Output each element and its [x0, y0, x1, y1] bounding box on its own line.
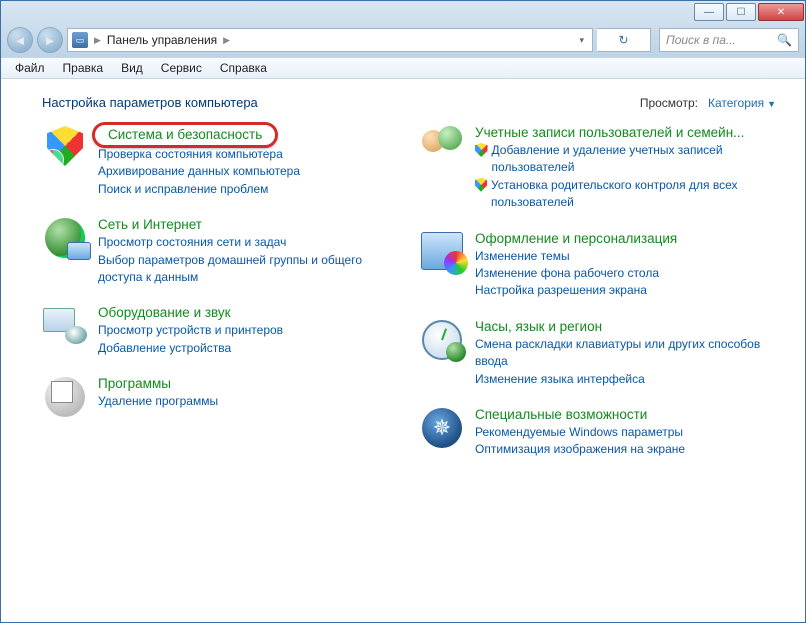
- category-link-clock-lang[interactable]: Часы, язык и регион: [475, 319, 602, 334]
- menu-tools[interactable]: Сервис: [153, 59, 210, 77]
- personalization-icon: [419, 230, 465, 274]
- category-link-personalization[interactable]: Оформление и персонализация: [475, 231, 677, 246]
- programs-icon: [42, 375, 88, 419]
- breadcrumb-sep-icon: ▶: [94, 35, 101, 46]
- page-title: Настройка параметров компьютера: [42, 95, 258, 110]
- sub-link[interactable]: Добавление устройства: [98, 340, 283, 357]
- category-hardware: Оборудование и звук Просмотр устройств и…: [42, 302, 399, 359]
- category-link-programs[interactable]: Программы: [98, 376, 171, 391]
- category-system-security: Система и безопасность Проверка состояни…: [42, 122, 399, 200]
- content-header: Настройка параметров компьютера Просмотр…: [42, 95, 776, 110]
- window-frame: — ☐ ✕ ◄ ► ▭ ▶ Панель управления ▶ ▾ ↻ По…: [0, 0, 806, 623]
- sub-link[interactable]: Оптимизация изображения на экране: [475, 441, 685, 458]
- breadcrumb-sep-icon: ▶: [223, 35, 230, 46]
- sub-link[interactable]: Выбор параметров домашней группы и общег…: [98, 252, 399, 287]
- control-panel-icon: ▭: [72, 32, 88, 48]
- search-icon: 🔍: [777, 33, 792, 47]
- menu-help[interactable]: Справка: [212, 59, 275, 77]
- system-security-icon: [42, 124, 88, 168]
- sub-link[interactable]: Добавление и удаление учетных записей по…: [475, 142, 776, 177]
- view-by-label: Просмотр:: [640, 96, 698, 110]
- highlight-ring: Система и безопасность: [98, 124, 272, 146]
- menubar: Файл Правка Вид Сервис Справка: [1, 57, 805, 79]
- address-bar[interactable]: ▭ ▶ Панель управления ▶ ▾: [67, 28, 593, 52]
- view-by-dropdown[interactable]: Категория▼: [708, 96, 776, 110]
- chevron-down-icon: ▼: [767, 99, 776, 109]
- navbar: ◄ ► ▭ ▶ Панель управления ▶ ▾ ↻ Поиск в …: [1, 23, 805, 57]
- network-icon: [42, 216, 88, 260]
- view-by-value: Категория: [708, 96, 764, 110]
- maximize-button[interactable]: ☐: [726, 3, 756, 21]
- menu-view[interactable]: Вид: [113, 59, 151, 77]
- sub-link[interactable]: Просмотр устройств и принтеров: [98, 322, 283, 339]
- content-area: Настройка параметров компьютера Просмотр…: [2, 81, 804, 621]
- address-dropdown-icon[interactable]: ▾: [575, 35, 588, 46]
- search-placeholder: Поиск в па...: [666, 33, 736, 47]
- category-columns: Система и безопасность Проверка состояни…: [42, 122, 776, 475]
- category-network: Сеть и Интернет Просмотр состояния сети …: [42, 214, 399, 288]
- sub-link[interactable]: Просмотр состояния сети и задач: [98, 234, 399, 251]
- back-button[interactable]: ◄: [7, 27, 33, 53]
- sub-link[interactable]: Изменение темы: [475, 248, 677, 265]
- hardware-icon: [42, 304, 88, 348]
- category-link-network[interactable]: Сеть и Интернет: [98, 217, 202, 232]
- titlebar: — ☐ ✕: [1, 1, 805, 23]
- refresh-icon: ↻: [618, 33, 628, 47]
- sub-link[interactable]: Установка родительского контроля для все…: [475, 177, 776, 212]
- category-link-hardware[interactable]: Оборудование и звук: [98, 305, 231, 320]
- sub-link[interactable]: Проверка состояния компьютера: [98, 146, 300, 163]
- category-personalization: Оформление и персонализация Изменение те…: [419, 228, 776, 302]
- search-input[interactable]: Поиск в па... 🔍: [659, 28, 799, 52]
- sub-link-label: Добавление и удаление учетных записей по…: [492, 142, 776, 177]
- sub-link[interactable]: Изменение языка интерфейса: [475, 371, 776, 388]
- forward-button[interactable]: ►: [37, 27, 63, 53]
- users-icon: [419, 124, 465, 168]
- column-left: Система и безопасность Проверка состояни…: [42, 122, 399, 475]
- sub-link[interactable]: Изменение фона рабочего стола: [475, 265, 677, 282]
- category-programs: Программы Удаление программы: [42, 373, 399, 421]
- sub-link-label: Установка родительского контроля для все…: [491, 177, 776, 212]
- uac-shield-icon: [475, 178, 487, 192]
- sub-link[interactable]: Удаление программы: [98, 393, 218, 410]
- sub-link[interactable]: Настройка разрешения экрана: [475, 282, 677, 299]
- view-by: Просмотр: Категория▼: [640, 96, 776, 110]
- category-users: Учетные записи пользователей и семейн...…: [419, 122, 776, 214]
- menu-file[interactable]: Файл: [7, 59, 53, 77]
- category-link-accessibility[interactable]: Специальные возможности: [475, 407, 647, 422]
- clock-icon: [419, 318, 465, 362]
- sub-link[interactable]: Поиск и исправление проблем: [98, 181, 300, 198]
- close-button[interactable]: ✕: [758, 3, 804, 21]
- breadcrumb-item[interactable]: Панель управления: [107, 33, 217, 47]
- menu-edit[interactable]: Правка: [55, 59, 112, 77]
- refresh-button-group[interactable]: ↻: [597, 28, 651, 52]
- sub-link[interactable]: Рекомендуемые Windows параметры: [475, 424, 685, 441]
- sub-link[interactable]: Смена раскладки клавиатуры или других сп…: [475, 336, 776, 371]
- minimize-button[interactable]: —: [694, 3, 724, 21]
- category-clock-lang: Часы, язык и регион Смена раскладки клав…: [419, 316, 776, 390]
- sub-link[interactable]: Архивирование данных компьютера: [98, 163, 300, 180]
- category-accessibility: Специальные возможности Рекомендуемые Wi…: [419, 404, 776, 461]
- column-right: Учетные записи пользователей и семейн...…: [419, 122, 776, 475]
- accessibility-icon: [419, 406, 465, 450]
- category-link-users[interactable]: Учетные записи пользователей и семейн...: [475, 125, 744, 140]
- uac-shield-icon: [475, 143, 488, 157]
